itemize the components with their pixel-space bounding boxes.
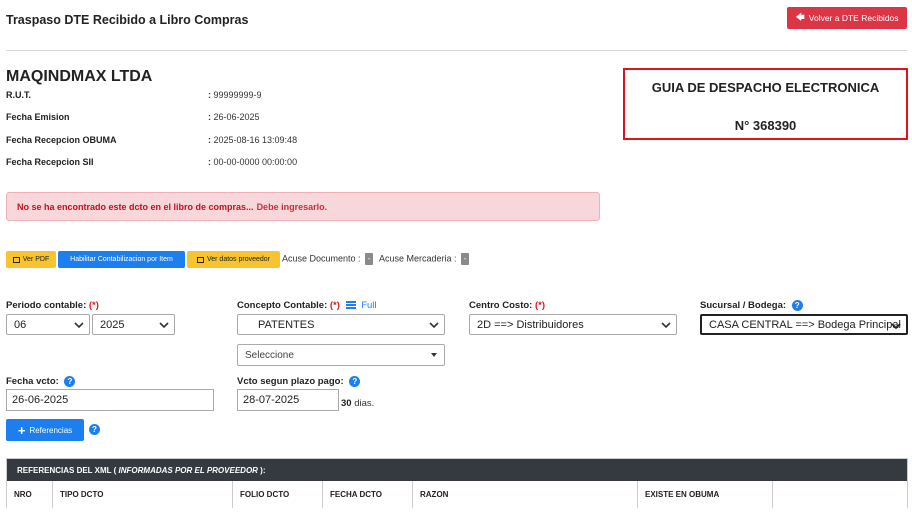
- concepto-contable-label: Concepto Contable: (*) Full: [237, 300, 377, 311]
- ver-pdf-button[interactable]: Ver PDF: [6, 251, 56, 268]
- document-number: N° 368390: [734, 118, 797, 133]
- back-button-label: Volver a DTE Recibidos: [808, 13, 899, 23]
- fecha-recepcion-obuma-label: Fecha Recepcion OBUMA: [6, 135, 117, 145]
- periodo-month-select[interactable]: 06: [6, 314, 90, 335]
- chevron-down-icon: [891, 323, 901, 330]
- references-table-header-row: NRO TIPO DCTO FOLIO DCTO FECHA DCTO RAZO…: [7, 481, 907, 508]
- plazo-dias: 30 dias.: [341, 398, 375, 409]
- col-existe-obuma: EXISTE EN OBUMA: [638, 481, 773, 508]
- periodo-contable-label: Periodo contable: (*): [6, 300, 99, 311]
- fecha-emision-label: Fecha Emision: [6, 112, 70, 122]
- acuse-mercaderia: Acuse Mercaderia : -: [379, 253, 470, 265]
- chevron-down-icon: [661, 322, 671, 329]
- sucursal-bodega-label: Sucursal / Bodega: ?: [700, 300, 803, 311]
- back-to-dte-button[interactable]: 🡄 Volver a DTE Recibidos: [787, 7, 907, 29]
- ver-datos-proveedor-button[interactable]: Ver datos proveedor: [187, 251, 280, 268]
- not-found-alert: No se ha encontrado este dcto en el libr…: [6, 192, 600, 221]
- col-actions: [773, 481, 907, 508]
- rut-value: : 99999999-9: [208, 90, 262, 100]
- referencias-button[interactable]: + Referencias: [6, 419, 84, 441]
- file-icon: [12, 256, 20, 263]
- caret-down-icon: [431, 353, 437, 357]
- list-icon[interactable]: [345, 300, 356, 310]
- habilitar-label: Habilitar Contabilizacion por Item: [70, 256, 173, 263]
- document-type: GUIA DE DESPACHO ELECTRONICA: [651, 80, 880, 95]
- alert-action: Debe ingresarlo.: [256, 201, 328, 212]
- help-icon[interactable]: ?: [64, 376, 76, 387]
- help-icon[interactable]: ?: [791, 300, 803, 311]
- fecha-recepcion-sii-value: : 00-00-0000 00:00:00: [208, 157, 298, 167]
- chevron-down-icon: [74, 322, 84, 329]
- acuse-documento-badge: -: [365, 253, 374, 265]
- references-table: REFERENCIAS DEL XML ( INFORMADAS POR EL …: [6, 458, 908, 508]
- plus-icon: +: [17, 422, 26, 438]
- ver-pdf-label: Ver PDF: [22, 256, 50, 263]
- alert-message: No se ha encontrado este dcto en el libr…: [17, 201, 254, 212]
- help-icon[interactable]: ?: [89, 424, 100, 435]
- document-type-box: GUIA DE DESPACHO ELECTRONICA N° 368390: [623, 68, 908, 140]
- id-card-icon: [196, 256, 204, 263]
- ver-proveedor-label: Ver datos proveedor: [206, 256, 271, 263]
- company-name: MAQINDMAX LTDA: [6, 68, 153, 85]
- acuse-mercaderia-badge: -: [461, 253, 470, 265]
- referencias-label: Referencias: [29, 425, 73, 435]
- fecha-vcto-input[interactable]: 26-06-2025: [6, 389, 214, 411]
- concepto-contable-select[interactable]: PATENTES: [237, 314, 445, 335]
- habilitar-contabilizacion-button[interactable]: Habilitar Contabilizacion por Item: [58, 251, 185, 268]
- centro-costo-select[interactable]: 2D ==> Distribuidores: [469, 314, 677, 335]
- help-icon[interactable]: ?: [349, 376, 361, 387]
- rut-label: R.U.T.: [6, 90, 32, 100]
- references-table-title: REFERENCIAS DEL XML ( INFORMADAS POR EL …: [7, 459, 907, 481]
- col-folio-dcto: FOLIO DCTO: [233, 481, 323, 508]
- arrow-left-icon: 🡄: [795, 12, 805, 22]
- col-tipo-dcto: TIPO DCTO: [53, 481, 233, 508]
- vcto-plazo-input[interactable]: 28-07-2025: [237, 389, 339, 411]
- acuse-documento: Acuse Documento : -: [282, 253, 374, 265]
- vcto-plazo-label: Vcto segun plazo pago: ?: [237, 376, 361, 387]
- fecha-vcto-label: Fecha vcto: ?: [6, 376, 76, 387]
- full-link[interactable]: Full: [361, 300, 376, 311]
- fecha-emision-value: : 26-06-2025: [208, 112, 260, 122]
- concepto-sub-select[interactable]: Seleccione: [237, 344, 445, 366]
- chevron-down-icon: [429, 322, 439, 329]
- header-divider: [6, 50, 907, 51]
- centro-costo-label: Centro Costo: (*): [469, 300, 545, 311]
- page-title: Traspaso DTE Recibido a Libro Compras: [6, 13, 249, 27]
- fecha-recepcion-sii-label: Fecha Recepcion SII: [6, 157, 94, 167]
- col-razon: RAZON: [413, 481, 638, 508]
- chevron-down-icon: [159, 322, 169, 329]
- sucursal-bodega-select[interactable]: CASA CENTRAL ==> Bodega Principal: [700, 314, 908, 335]
- col-fecha-dcto: FECHA DCTO: [323, 481, 413, 508]
- periodo-year-select[interactable]: 2025: [92, 314, 175, 335]
- fecha-recepcion-obuma-value: : 2025-08-16 13:09:48: [208, 135, 298, 145]
- col-nro: NRO: [7, 481, 53, 508]
